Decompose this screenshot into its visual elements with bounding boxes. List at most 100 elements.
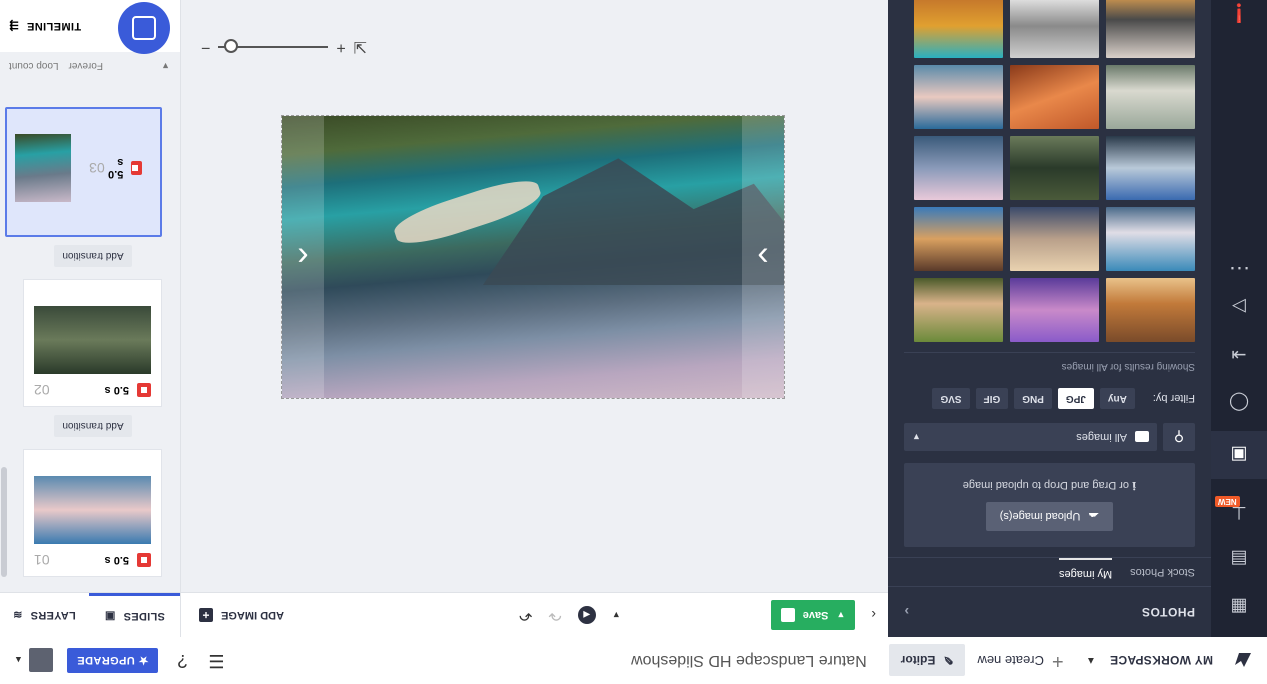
image-thumb[interactable] xyxy=(914,278,1003,342)
filter-gif[interactable]: GIF xyxy=(975,388,1009,409)
add-transition-button[interactable]: Add transition xyxy=(54,245,132,267)
create-new-button[interactable]: + Create new xyxy=(977,649,1063,672)
account-menu[interactable]: ▲ xyxy=(14,648,53,673)
tab-slides[interactable]: SLIDES ▣ xyxy=(89,593,180,637)
upgrade-button[interactable]: ★ UPGRADE xyxy=(66,648,159,673)
search-icon[interactable]: ⚲ xyxy=(1163,423,1195,451)
image-thumb[interactable] xyxy=(914,0,1003,58)
loop-value[interactable]: Forever xyxy=(69,61,103,72)
redo-icon[interactable]: ↷ xyxy=(548,605,561,625)
delete-slide-icon[interactable] xyxy=(131,161,142,175)
zoom-knob[interactable] xyxy=(224,39,239,53)
play-icon[interactable]: ◀ xyxy=(577,606,596,624)
panel-title: PHOTOS xyxy=(1141,605,1195,619)
delete-slide-icon[interactable] xyxy=(137,383,151,397)
plus-icon: + xyxy=(1051,650,1064,672)
slides-tab-icon: ▣ xyxy=(104,610,116,622)
image-thumb[interactable] xyxy=(1106,65,1195,129)
fit-screen-icon[interactable]: ⇲ xyxy=(354,37,367,57)
slide-number: 02 xyxy=(34,382,50,398)
add-transition-button[interactable]: Add transition xyxy=(54,415,132,437)
filter-jpg[interactable]: JPG xyxy=(1057,388,1094,409)
more-icon[interactable]: ... xyxy=(1211,261,1267,287)
image-thumb[interactable] xyxy=(1010,0,1099,58)
image-thumb[interactable] xyxy=(914,136,1003,200)
left-rail: ▦ ▤ ⊥ NEW ▣ ◯ ⇥ ▷ ... ❗ xyxy=(1211,0,1267,637)
prev-slide-arrow[interactable]: ‹ xyxy=(282,116,324,398)
sidebar-tabs: SLIDES ▣ LAYERS ≋ xyxy=(0,592,180,637)
zoom-out-icon[interactable]: − xyxy=(201,38,210,56)
upload-dropzone[interactable]: ☁ Upload image(s) ℹ or Drag and Drop to … xyxy=(904,463,1195,547)
delete-slide-icon[interactable] xyxy=(137,553,151,567)
notes-icon[interactable]: ☰ xyxy=(206,651,226,671)
filter-png[interactable]: PNG xyxy=(1014,388,1052,409)
canvas-area: ‹ ▼ Save ▼ ◀ ↷ ↶ ADD IMAGE + › ‹ ⇲ + − xyxy=(181,0,888,637)
photos-icon[interactable]: ▣ xyxy=(1211,431,1267,479)
filter-any[interactable]: Any xyxy=(1099,388,1135,409)
loop-label: Loop count xyxy=(9,60,59,72)
workspace-menu[interactable]: MY WORKSPACE ▲ xyxy=(1086,654,1213,668)
slide-card-02[interactable]: 5.0 s 02 xyxy=(23,279,162,407)
slide-photo xyxy=(282,116,784,398)
timeline-fab-button[interactable] xyxy=(118,2,170,54)
project-title[interactable]: Nature Landscape HD Slideshow xyxy=(631,652,867,670)
tab-stock-photos[interactable]: Stock Photos xyxy=(1130,558,1195,578)
image-thumb[interactable] xyxy=(914,207,1003,271)
pen-icon: ✎ xyxy=(943,653,954,668)
editor-button[interactable]: ✎ Editor xyxy=(888,644,966,677)
create-new-label: Create new xyxy=(977,653,1044,668)
timeline-bar: TIMELINE ⇶ xyxy=(0,0,180,54)
upload-button[interactable]: ☁ Upload image(s) xyxy=(985,502,1114,531)
slide-card-01[interactable]: 5.0 s 01 xyxy=(23,449,162,577)
zoom-slider[interactable] xyxy=(218,39,329,53)
shapes-icon[interactable]: ◯ xyxy=(1211,379,1267,427)
alert-icon[interactable]: ❗ xyxy=(1211,0,1267,37)
tab-layers[interactable]: LAYERS ≋ xyxy=(0,593,90,637)
tab-my-images[interactable]: My images xyxy=(1058,558,1113,580)
slides-icon[interactable]: ▷ xyxy=(1211,283,1267,331)
slide-canvas[interactable]: › ‹ xyxy=(281,115,785,399)
results-caption: Showing results for All images xyxy=(904,352,1195,372)
save-button[interactable]: ▼ Save xyxy=(770,600,856,630)
app-logo-icon[interactable] xyxy=(1219,637,1267,684)
timeline-icon: ⇶ xyxy=(9,19,19,32)
slide-duration[interactable]: 5.0 s xyxy=(105,156,123,180)
image-thumb[interactable] xyxy=(1010,136,1099,200)
image-thumb[interactable] xyxy=(1010,65,1099,129)
timeline-toggle[interactable]: TIMELINE ⇶ xyxy=(9,20,81,33)
image-thumb[interactable] xyxy=(1106,207,1195,271)
zoom-in-icon[interactable]: + xyxy=(336,38,345,56)
collapse-panel-icon[interactable]: › xyxy=(904,604,909,620)
export-icon[interactable]: ⇥ xyxy=(1211,331,1267,379)
next-slide-arrow[interactable]: › xyxy=(742,116,784,398)
filter-svg[interactable]: SVG xyxy=(932,388,970,409)
slide-card-03[interactable]: 5.0 s 03 xyxy=(5,107,162,237)
save-label: Save xyxy=(802,609,829,621)
image-source-select[interactable]: All images ▼ xyxy=(904,423,1157,451)
text-icon[interactable]: ▤ xyxy=(1211,535,1267,583)
collapse-right-icon[interactable]: ‹ xyxy=(871,607,876,623)
slide-duration[interactable]: 5.0 s xyxy=(105,384,129,396)
transitions-icon[interactable]: ⊥ NEW xyxy=(1211,489,1267,537)
slides-sidebar: SLIDES ▣ LAYERS ≋ 5.0 s 01 Add transitio… xyxy=(0,0,181,637)
slide-number: 01 xyxy=(34,552,50,568)
slide-duration[interactable]: 5.0 s xyxy=(105,554,129,566)
image-thumb[interactable] xyxy=(1106,0,1195,58)
loop-dropdown-icon[interactable]: ▼ xyxy=(161,61,170,71)
add-image-button[interactable]: ADD IMAGE + xyxy=(181,608,284,622)
help-icon[interactable]: ? xyxy=(172,651,192,671)
slides-scrollbar[interactable] xyxy=(1,467,7,577)
image-thumb[interactable] xyxy=(1106,136,1195,200)
play-options-caret-icon[interactable]: ▼ xyxy=(612,610,621,620)
photos-panel: PHOTOS › Stock Photos My images ☁ Upload… xyxy=(888,0,1211,637)
filter-row: Filter by: Any JPG PNG GIF SVG xyxy=(904,388,1195,409)
image-thumb[interactable] xyxy=(914,65,1003,129)
image-thumb[interactable] xyxy=(1010,207,1099,271)
image-thumb[interactable] xyxy=(1106,278,1195,342)
image-thumb[interactable] xyxy=(1010,278,1099,342)
filter-label: Filter by: xyxy=(1152,392,1195,405)
undo-icon[interactable]: ↶ xyxy=(519,605,532,625)
image-grid xyxy=(904,0,1195,342)
slide-thumbnail xyxy=(34,476,151,544)
layout-icon[interactable]: ▦ xyxy=(1211,583,1267,631)
